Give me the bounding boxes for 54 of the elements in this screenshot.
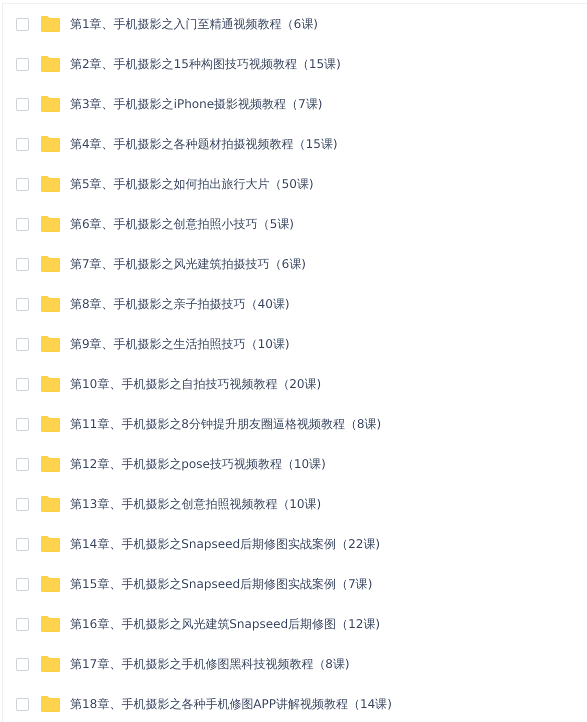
folder-name[interactable]: 第5章、手机摄影之如何拍出旅行大片（50课) bbox=[70, 176, 314, 192]
folder-icon bbox=[40, 576, 60, 592]
folder-name[interactable]: 第8章、手机摄影之亲子拍摄技巧（40课) bbox=[70, 296, 290, 312]
folder-name[interactable]: 第14章、手机摄影之Snapseed后期修图实战案例（22课) bbox=[70, 536, 380, 552]
folder-icon bbox=[40, 416, 60, 432]
folder-name[interactable]: 第10章、手机摄影之自拍技巧视频教程（20课) bbox=[70, 376, 322, 392]
folder-icon bbox=[40, 136, 60, 152]
folder-name[interactable]: 第7章、手机摄影之风光建筑拍摄技巧（6课) bbox=[70, 256, 306, 272]
folder-icon bbox=[40, 376, 60, 392]
folder-icon bbox=[40, 696, 60, 712]
folder-icon bbox=[40, 96, 60, 112]
folder-icon bbox=[40, 176, 60, 192]
folder-name[interactable]: 第17章、手机摄影之手机修图黑科技视频教程（8课) bbox=[70, 656, 350, 672]
folder-name[interactable]: 第18章、手机摄影之各种手机修图APP讲解视频教程（14课) bbox=[70, 696, 392, 712]
folder-name[interactable]: 第16章、手机摄影之风光建筑Snapseed后期修图（12课) bbox=[70, 616, 380, 632]
checkbox[interactable] bbox=[16, 58, 29, 70]
checkbox[interactable] bbox=[16, 698, 29, 710]
folder-icon bbox=[40, 536, 60, 552]
folder-name[interactable]: 第15章、手机摄影之Snapseed后期修图实战案例（7课) bbox=[70, 576, 372, 592]
folder-name[interactable]: 第1章、手机摄影之入门至精通视频教程（6课) bbox=[70, 16, 318, 32]
checkbox[interactable] bbox=[16, 98, 29, 110]
folder-icon bbox=[40, 616, 60, 632]
checkbox[interactable] bbox=[16, 18, 29, 30]
folder-icon bbox=[40, 496, 60, 512]
checkbox[interactable] bbox=[16, 538, 29, 550]
checkbox[interactable] bbox=[16, 378, 29, 390]
checkbox[interactable] bbox=[16, 618, 29, 630]
folder-icon bbox=[40, 336, 60, 352]
checkbox[interactable] bbox=[16, 658, 29, 670]
folder-name[interactable]: 第9章、手机摄影之生活拍照技巧（10课) bbox=[70, 336, 290, 352]
folder-icon bbox=[40, 56, 60, 72]
folder-name[interactable]: 第13章、手机摄影之创意拍照视频教程（10课) bbox=[70, 496, 322, 512]
checkbox[interactable] bbox=[16, 578, 29, 590]
checkbox[interactable] bbox=[16, 338, 29, 350]
folder-name[interactable]: 第3章、手机摄影之iPhone摄影视频教程（7课) bbox=[70, 96, 322, 112]
checkbox[interactable] bbox=[16, 218, 29, 230]
folder-name[interactable]: 第6章、手机摄影之创意拍照小技巧（5课) bbox=[70, 216, 294, 232]
folder-name[interactable]: 第2章、手机摄影之15种构图技巧视频教程（15课) bbox=[70, 56, 341, 72]
checkbox[interactable] bbox=[16, 498, 29, 510]
checkbox[interactable] bbox=[16, 138, 29, 150]
checkbox[interactable] bbox=[16, 178, 29, 190]
folder-icon bbox=[40, 16, 60, 32]
folder-name[interactable]: 第11章、手机摄影之8分钟提升朋友圈逼格视频教程（8课) bbox=[70, 416, 382, 432]
folder-name[interactable]: 第12章、手机摄影之pose技巧视频教程（10课) bbox=[70, 456, 326, 472]
checkbox[interactable] bbox=[16, 458, 29, 470]
checkbox[interactable] bbox=[16, 258, 29, 270]
folder-icon bbox=[40, 256, 60, 272]
folder-icon bbox=[40, 296, 60, 312]
checkbox[interactable] bbox=[16, 298, 29, 310]
folder-name[interactable]: 第4章、手机摄影之各种题材拍摄视频教程（15课) bbox=[70, 136, 338, 152]
folder-icon bbox=[40, 216, 60, 232]
checkbox[interactable] bbox=[16, 418, 29, 430]
folder-icon bbox=[40, 456, 60, 472]
folder-icon bbox=[40, 656, 60, 672]
